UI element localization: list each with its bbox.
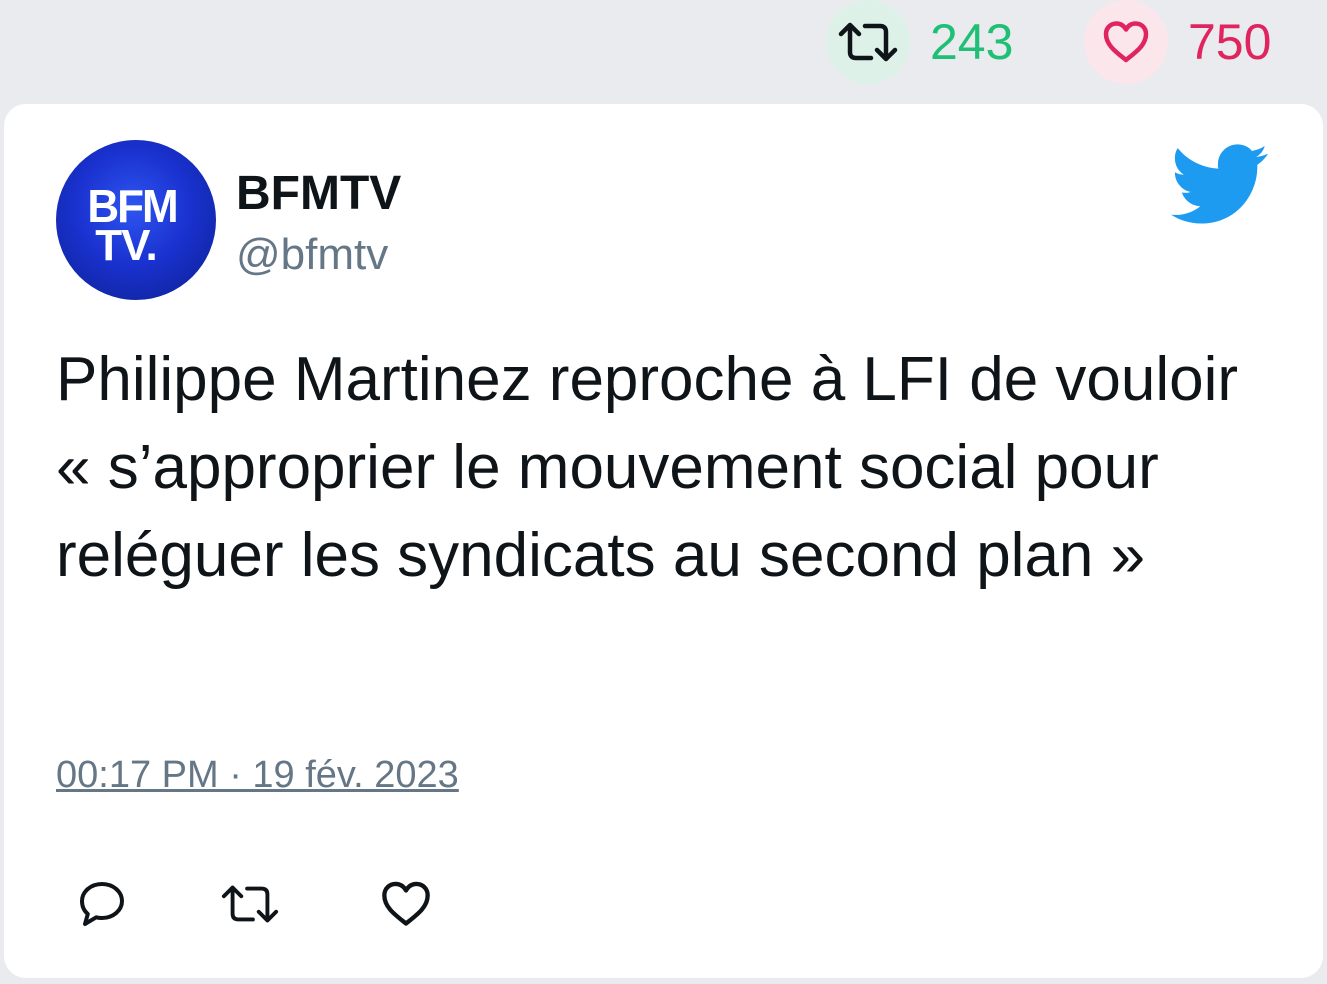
retweet-count: 243 [930, 14, 1014, 70]
tweet-timestamp[interactable]: 00:17 PM · 19 fév. 2023 [56, 754, 459, 797]
retweet-stat-icon [826, 0, 910, 84]
like-stat-icon [1084, 0, 1168, 84]
tweet-text: Philippe Martinez reproche à LFI de voul… [56, 345, 1239, 590]
retweet-icon[interactable] [220, 874, 280, 934]
engagement-summary-bar: 243 750 [0, 0, 1327, 100]
twitter-bird-icon[interactable] [1170, 144, 1270, 231]
avatar[interactable]: BFM TV. [56, 140, 216, 300]
author-handle[interactable]: @bfmtv [236, 230, 388, 280]
reply-icon[interactable] [72, 874, 132, 934]
tweet-card: BFM TV. BFMTV @bfmtv Philippe Martinez r… [4, 104, 1323, 978]
like-icon[interactable] [376, 874, 436, 934]
retweet-stat: 243 [826, 0, 1013, 84]
like-stat: 750 [1084, 0, 1271, 84]
svg-text:TV.: TV. [95, 221, 156, 270]
author-name[interactable]: BFMTV [236, 166, 401, 221]
like-count: 750 [1188, 14, 1272, 70]
bfmtv-logo: BFM TV. [87, 180, 178, 270]
